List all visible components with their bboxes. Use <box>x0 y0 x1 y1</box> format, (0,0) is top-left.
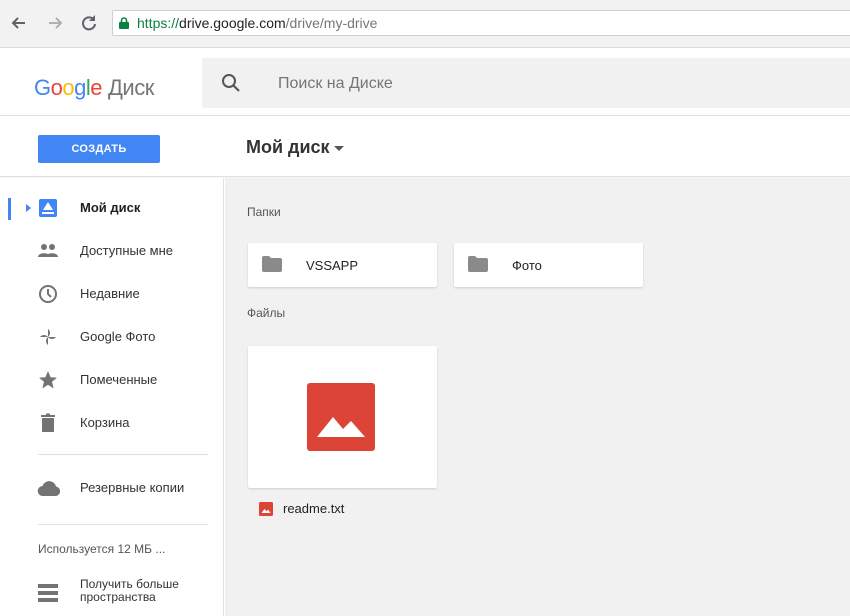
sidebar-item-recent[interactable]: Недавние <box>0 276 224 312</box>
image-file-icon <box>307 383 375 451</box>
upgrade-label-line: пространства <box>80 590 156 604</box>
folder-name: VSSAPP <box>306 258 359 273</box>
arrow-left-icon <box>11 17 25 29</box>
sidebar-item-backups[interactable]: Резервные копии <box>0 470 224 506</box>
url-scheme: https:// <box>137 15 180 31</box>
files-section-title: Файлы <box>247 306 286 320</box>
sidebar-item-trash[interactable]: Корзина <box>0 405 224 441</box>
folder-icon <box>262 256 282 272</box>
browser-toolbar: https://drive.google.com/drive/my-drive <box>0 0 850 48</box>
people-icon <box>38 244 58 257</box>
sidebar-divider <box>38 524 208 525</box>
trash-icon <box>41 413 55 432</box>
sidebar-item-label: Недавние <box>80 286 140 301</box>
logo-letter: G <box>34 75 51 100</box>
url-text[interactable]: https://drive.google.com/drive/my-drive <box>137 15 377 31</box>
sidebar: Мой диск Доступные мне Недавние Google Ф… <box>0 178 224 616</box>
drive-toolbar: СОЗДАТЬ Мой диск <box>0 117 850 177</box>
page-title[interactable]: Мой диск <box>246 137 330 158</box>
back-button[interactable] <box>8 12 30 34</box>
sidebar-item-label: Резервные копии <box>80 480 185 495</box>
folder-name: Фото <box>512 258 542 273</box>
logo-letter: o <box>50 75 63 100</box>
logo-letter: o <box>62 75 75 100</box>
google-drive-logo[interactable]: Google Диск <box>34 75 154 101</box>
sidebar-item-shared[interactable]: Доступные мне <box>0 233 224 269</box>
image-file-icon <box>259 502 273 516</box>
cloud-icon <box>37 481 61 497</box>
sidebar-item-label: Google Фото <box>80 329 156 344</box>
sidebar-item-label: Помеченные <box>80 372 158 387</box>
sidebar-item-starred[interactable]: Помеченные <box>0 362 224 398</box>
search-box[interactable] <box>202 58 850 108</box>
sidebar-item-label: Мой диск <box>80 200 141 215</box>
clock-icon <box>39 285 57 303</box>
logo-letter: g <box>74 75 86 100</box>
folder-card[interactable]: VSSAPP <box>248 243 437 287</box>
search-icon[interactable] <box>220 72 242 94</box>
lock-icon <box>119 17 129 29</box>
upgrade-storage-link[interactable]: Получить больше пространства <box>80 578 220 604</box>
sidebar-item-my-drive[interactable]: Мой диск <box>0 190 224 226</box>
forward-button[interactable] <box>44 12 66 34</box>
url-path: /drive/my-drive <box>285 15 378 31</box>
file-name: readme.txt <box>283 501 345 516</box>
expand-arrow-icon[interactable] <box>26 204 31 212</box>
url-host: drive.google.com <box>179 15 286 31</box>
sidebar-item-label: Корзина <box>80 415 130 430</box>
storage-usage-text: Используется 12 МБ ... <box>38 542 166 556</box>
star-icon <box>39 371 57 389</box>
main-content: Папки VSSAPP Фото Файлы readme.txt <box>225 178 850 616</box>
product-name: Диск <box>108 75 154 100</box>
reload-button[interactable] <box>78 12 100 34</box>
sidebar-divider <box>38 454 208 455</box>
logo-letter: e <box>90 75 103 100</box>
drive-header: Google Диск <box>0 48 850 116</box>
folder-icon <box>468 256 488 272</box>
folders-section-title: Папки <box>247 205 281 219</box>
sidebar-item-label: Доступные мне <box>80 243 174 258</box>
storage-icon <box>38 584 58 602</box>
chevron-down-icon[interactable] <box>334 146 344 151</box>
drive-icon <box>39 199 57 217</box>
arrow-right-icon <box>49 17 63 29</box>
active-indicator <box>8 198 11 220</box>
photos-pinwheel-icon <box>40 329 56 345</box>
file-thumbnail-card[interactable] <box>248 346 437 488</box>
address-bar[interactable]: https://drive.google.com/drive/my-drive <box>112 10 850 36</box>
create-button[interactable]: СОЗДАТЬ <box>38 135 160 163</box>
folder-card[interactable]: Фото <box>454 243 643 287</box>
search-input[interactable] <box>278 72 778 96</box>
sidebar-item-google-photos[interactable]: Google Фото <box>0 319 224 355</box>
reload-icon <box>82 15 96 31</box>
